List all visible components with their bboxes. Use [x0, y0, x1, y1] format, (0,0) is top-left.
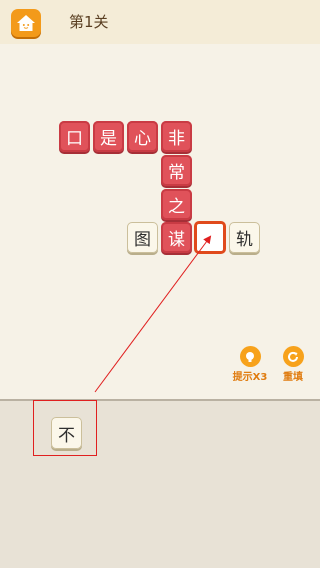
candidate-highlight-box	[33, 400, 97, 456]
puzzle-board	[0, 44, 320, 401]
refresh-icon	[282, 346, 304, 367]
hint-button[interactable]: 提示X3	[230, 346, 270, 383]
tile-col-2[interactable]: 之	[161, 189, 192, 220]
tile-row-1[interactable]: 口	[59, 121, 90, 152]
empty-answer-slot[interactable]	[194, 221, 226, 254]
home-button[interactable]	[11, 9, 41, 37]
hint-label: 提示	[232, 372, 253, 383]
top-bar: 第1关	[0, 0, 320, 44]
reset-label: 重填	[283, 372, 303, 383]
tile-col-1[interactable]: 常	[161, 155, 192, 186]
hint-count: X3	[252, 372, 268, 383]
level-title: 第1关	[69, 13, 109, 31]
tile-bottom-1[interactable]: 图	[127, 222, 158, 253]
reset-button[interactable]: 重填	[276, 346, 310, 383]
tile-bottom-2[interactable]: 谋	[161, 222, 192, 253]
house-icon	[17, 15, 35, 31]
tile-row-4[interactable]: 非	[161, 121, 192, 152]
tile-row-2[interactable]: 是	[93, 121, 124, 152]
lightbulb-icon	[239, 346, 261, 367]
tile-bottom-4[interactable]: 轨	[229, 222, 260, 253]
tile-row-3[interactable]: 心	[127, 121, 158, 152]
